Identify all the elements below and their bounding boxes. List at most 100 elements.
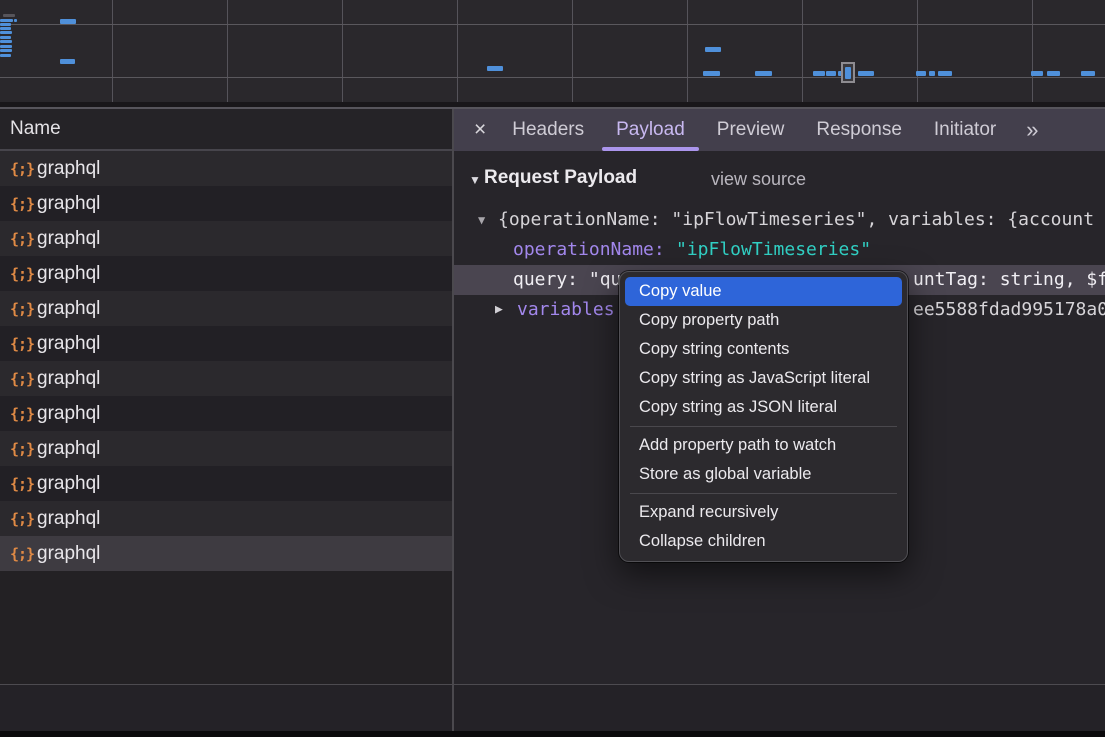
request-payload-section-header: ▼ Request Payload view source	[454, 165, 1105, 199]
grid-line	[342, 0, 343, 102]
network-request-row[interactable]: {;}graphql	[0, 396, 452, 431]
tab-response[interactable]: Response	[800, 109, 918, 151]
tab-preview[interactable]: Preview	[701, 109, 801, 151]
network-request-row[interactable]: {;}graphql	[0, 501, 452, 536]
network-request-row[interactable]: {;}graphql	[0, 536, 452, 571]
json-braces-icon: {;}	[10, 195, 37, 213]
expand-triangle-icon[interactable]: ▶	[495, 295, 503, 325]
json-braces-icon: {;}	[10, 510, 37, 528]
json-braces-icon: {;}	[10, 300, 37, 318]
request-timing-bar	[929, 71, 935, 76]
context-menu-item[interactable]: Copy property path	[620, 306, 907, 335]
request-timing-bar	[938, 71, 952, 76]
context-menu-item[interactable]: Copy string contents	[620, 335, 907, 364]
menu-separator	[630, 426, 897, 427]
request-timing-bar	[0, 31, 12, 34]
request-timing-bar	[14, 19, 17, 22]
context-menu-item[interactable]: Copy string as JavaScript literal	[620, 364, 907, 393]
request-timing-bar	[0, 40, 12, 43]
request-timing-bar	[1081, 71, 1095, 76]
grid-line	[112, 0, 113, 102]
property-value-right-fragment: untTag: string, $f	[913, 265, 1105, 295]
json-braces-icon: {;}	[10, 405, 37, 423]
network-request-row[interactable]: {;}graphql	[0, 256, 452, 291]
grid-line	[572, 0, 573, 102]
json-braces-icon: {;}	[10, 160, 37, 178]
json-braces-icon: {;}	[10, 230, 37, 248]
grid-line	[802, 0, 803, 102]
more-tabs-icon[interactable]: »	[1026, 117, 1036, 143]
network-overview-timeline[interactable]	[0, 0, 1105, 102]
tab-initiator[interactable]: Initiator	[918, 109, 1012, 151]
request-timing-bar	[0, 19, 13, 22]
payload-root-row[interactable]: ▼ {operationName: "ipFlowTimeseries", va…	[454, 205, 1105, 235]
json-braces-icon: {;}	[10, 265, 37, 283]
payload-operationname-row[interactable]: operationName: "ipFlowTimeseries"	[454, 235, 1105, 265]
status-bar	[0, 685, 1105, 731]
request-name: graphql	[37, 158, 100, 180]
property-key-value-left: query: "qu	[513, 265, 621, 295]
request-timing-bar	[705, 47, 721, 52]
network-request-row[interactable]: {;}graphql	[0, 151, 452, 186]
context-menu-item[interactable]: Copy string as JSON literal	[620, 393, 907, 422]
request-name: graphql	[37, 508, 100, 530]
network-request-row[interactable]: {;}graphql	[0, 326, 452, 361]
context-menu-item[interactable]: Store as global variable	[620, 460, 907, 489]
request-name: graphql	[37, 368, 100, 390]
view-source-link[interactable]: view source	[711, 169, 806, 190]
section-collapse-icon[interactable]: ▼	[469, 173, 481, 187]
panel-divider[interactable]	[452, 109, 454, 731]
request-timing-bar	[0, 49, 12, 52]
context-menu-item[interactable]: Add property path to watch	[620, 431, 907, 460]
request-name: graphql	[37, 403, 100, 425]
request-name: graphql	[37, 193, 100, 215]
name-column-header[interactable]: Name	[0, 109, 452, 149]
json-braces-icon: {;}	[10, 475, 37, 493]
selected-request-bar	[845, 67, 851, 79]
request-timing-bar	[0, 54, 11, 57]
request-name: graphql	[37, 333, 100, 355]
json-braces-icon: {;}	[10, 440, 37, 458]
devtools-window: Name {;}graphql{;}graphql{;}graphql{;}gr…	[0, 0, 1110, 740]
request-name: graphql	[37, 263, 100, 285]
detail-tabbar: × HeadersPayloadPreviewResponseInitiator…	[454, 109, 1105, 151]
object-preview-text: {operationName: "ipFlowTimeseries", vari…	[498, 205, 1094, 235]
network-request-row[interactable]: {;}graphql	[0, 361, 452, 396]
request-timing-bar	[703, 71, 720, 76]
grid-line	[687, 0, 688, 102]
tabs-group: HeadersPayloadPreviewResponseInitiator	[496, 109, 1012, 151]
property-key: operationName:	[513, 235, 665, 265]
network-request-row[interactable]: {;}graphql	[0, 431, 452, 466]
request-timing-bar	[916, 71, 926, 76]
context-menu-item[interactable]: Collapse children	[620, 527, 907, 556]
menu-separator	[630, 493, 897, 494]
network-request-row[interactable]: {;}graphql	[0, 291, 452, 326]
grid-line	[1032, 0, 1033, 102]
network-request-row[interactable]: {;}graphql	[0, 466, 452, 501]
window-bottom-edge	[0, 731, 1105, 737]
request-name: graphql	[37, 298, 100, 320]
tab-payload[interactable]: Payload	[600, 109, 701, 151]
request-timing-bar	[813, 71, 825, 76]
request-list: {;}graphql{;}graphql{;}graphql{;}graphql…	[0, 151, 452, 571]
expand-triangle-icon[interactable]: ▼	[478, 205, 485, 235]
request-timing-bar	[0, 27, 11, 30]
json-braces-icon: {;}	[10, 335, 37, 353]
json-braces-icon: {;}	[10, 545, 37, 563]
request-name: graphql	[37, 438, 100, 460]
network-request-row[interactable]: {;}graphql	[0, 186, 452, 221]
tab-headers[interactable]: Headers	[496, 109, 600, 151]
request-timing-bar	[487, 66, 503, 71]
close-icon[interactable]: ×	[474, 109, 486, 151]
request-timing-bar	[1031, 71, 1043, 76]
row-divider-line	[0, 77, 1105, 78]
network-request-row[interactable]: {;}graphql	[0, 221, 452, 256]
request-timing-bar	[858, 71, 874, 76]
request-timing-bar	[0, 36, 11, 39]
grid-line	[457, 0, 458, 102]
devtools-network-panel: Name {;}graphql{;}graphql{;}graphql{;}gr…	[0, 0, 1105, 737]
request-timing-bar	[755, 71, 772, 76]
request-timing-bar	[3, 14, 15, 17]
context-menu-item[interactable]: Expand recursively	[620, 498, 907, 527]
context-menu-item[interactable]: Copy value	[625, 277, 902, 306]
